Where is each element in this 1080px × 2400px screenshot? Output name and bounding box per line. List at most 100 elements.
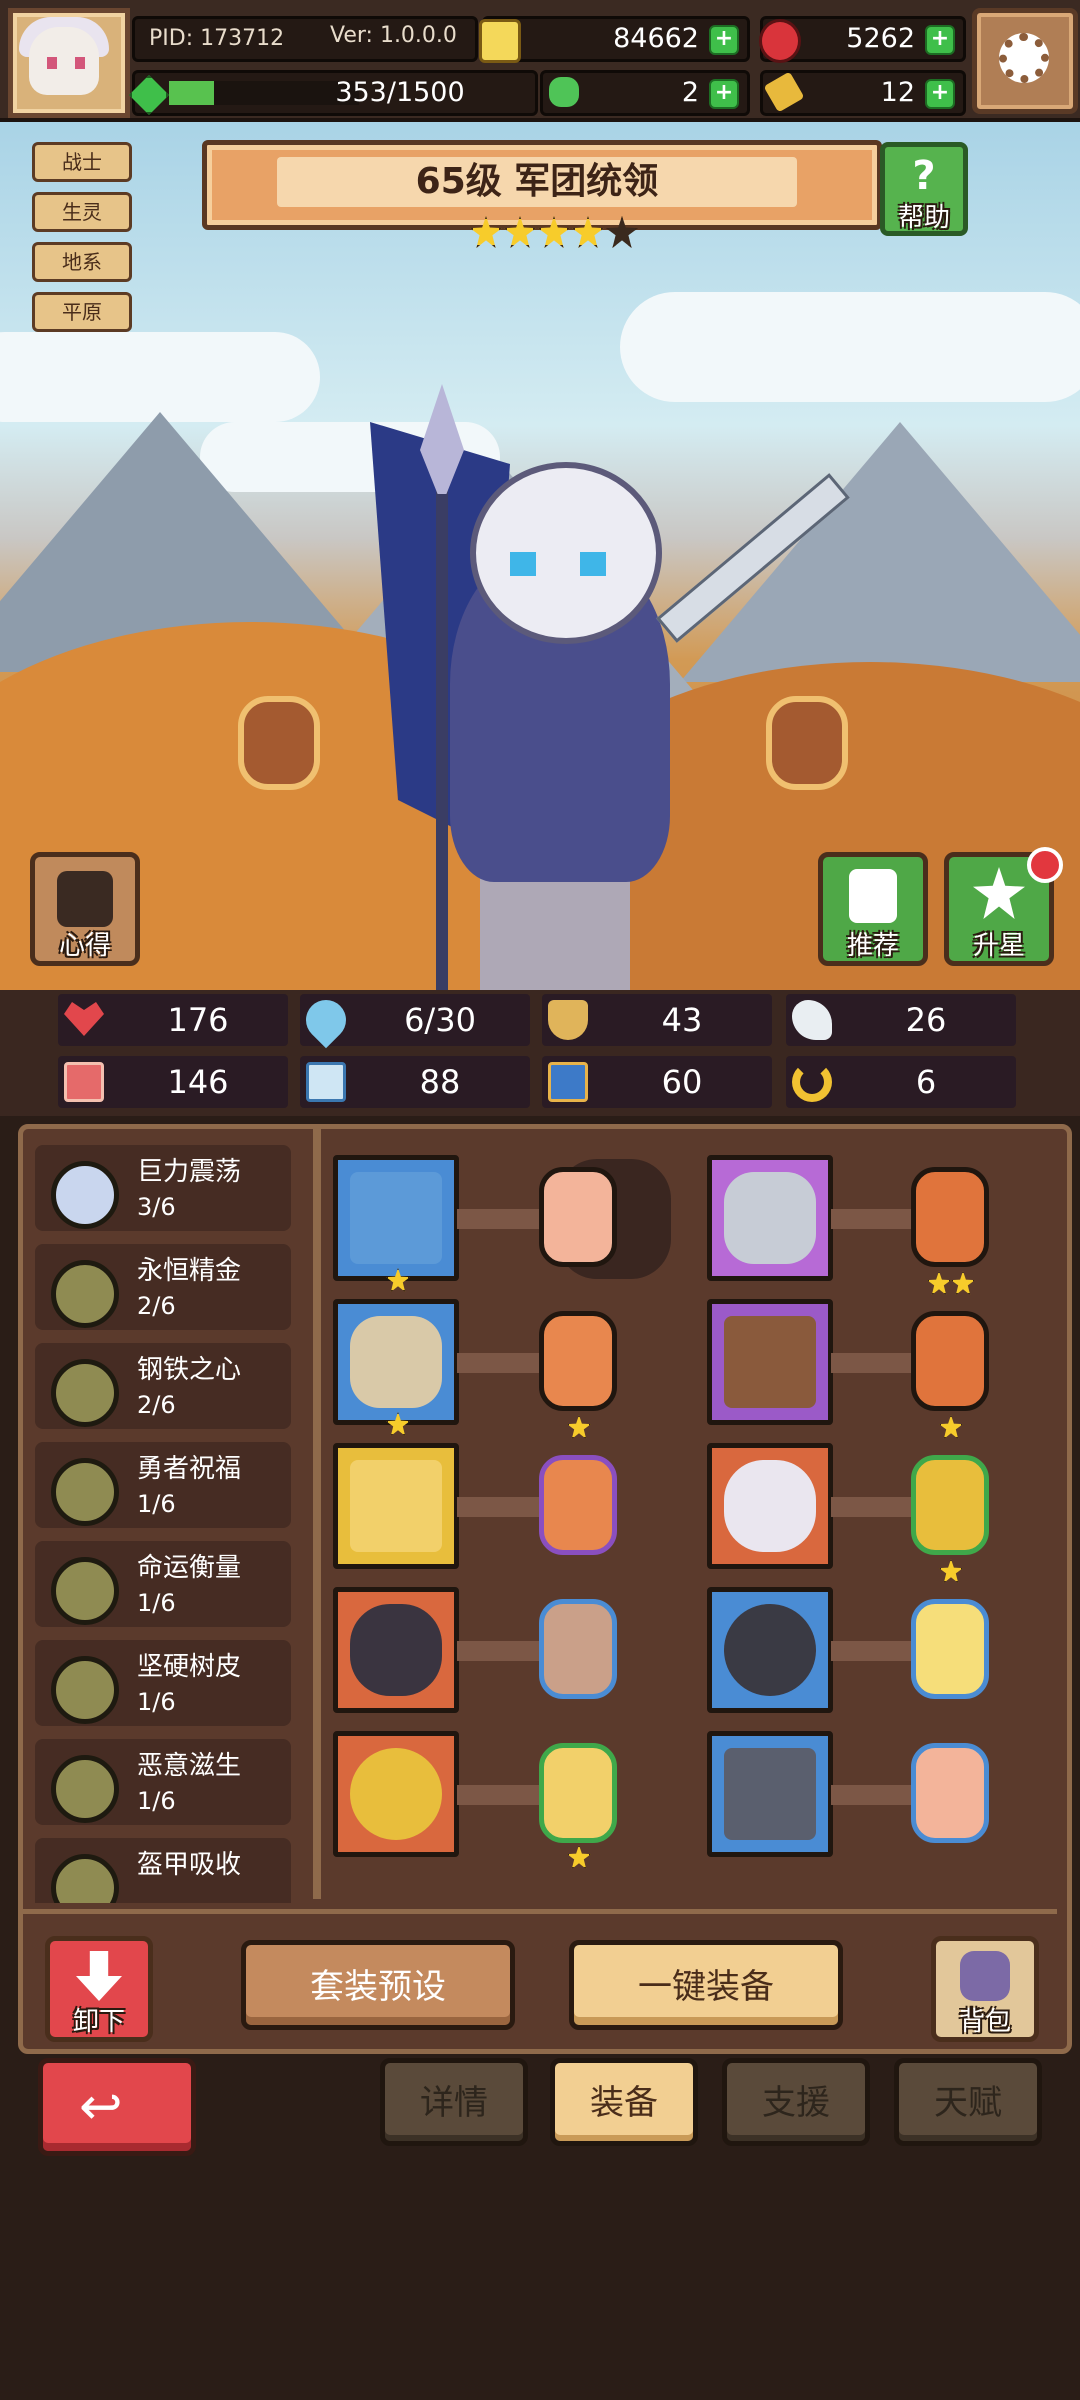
rune-slot[interactable] (911, 1455, 989, 1555)
coin-counter: 84662 + (479, 16, 750, 63)
stat-value: 6 (915, 1063, 937, 1101)
heart-icon (64, 1002, 104, 1036)
rune-slot[interactable] (911, 1743, 989, 1843)
rotate-right-orb[interactable] (766, 696, 848, 790)
question-icon: ? (912, 153, 936, 199)
tab-details[interactable]: 详情 (380, 2058, 528, 2146)
ring-slot[interactable] (333, 1731, 459, 1857)
avatar-eye (75, 57, 85, 69)
set-item[interactable]: 钢铁之心 2/6 (35, 1343, 291, 1429)
slot-link (831, 1785, 915, 1805)
tab-support[interactable]: 支援 (722, 2058, 870, 2146)
player-avatar[interactable] (8, 8, 130, 118)
exp-value: 353/1500 (335, 77, 465, 108)
clover-value: 2 (681, 77, 699, 108)
helmet-slot[interactable] (707, 1155, 833, 1281)
rune-slot[interactable] (911, 1311, 989, 1411)
set-item[interactable]: 盔甲吸收 (35, 1838, 291, 1903)
set-name: 盔甲吸收 (137, 1850, 242, 1880)
rune-slot[interactable] (539, 1599, 617, 1699)
rune-slot[interactable] (911, 1599, 989, 1699)
armor-slot[interactable] (333, 1299, 459, 1436)
set-item[interactable]: 巨力震荡 3/6 (35, 1145, 291, 1231)
rune-slot[interactable] (539, 1743, 617, 1843)
stat-speed: 26 (786, 994, 1016, 1046)
set-item[interactable]: 永恒精金 2/6 (35, 1244, 291, 1330)
add-scroll-button[interactable]: + (925, 79, 955, 109)
rune-slot[interactable] (539, 1455, 617, 1555)
stat-mana: 6/30 (297, 991, 530, 1049)
set-item[interactable]: 坚硬树皮 1/6 (35, 1640, 291, 1726)
slot-link (831, 1497, 915, 1517)
chestplate-icon (350, 1316, 442, 1408)
back-arrow-icon: ↩ (79, 2077, 123, 2137)
insight-button[interactable]: 心得 (30, 852, 140, 966)
stat-luck: 6 (786, 1056, 1016, 1108)
slot-link (457, 1785, 541, 1805)
star-up-button[interactable]: 升星 (944, 847, 1063, 966)
equipment-actions: 卸下 套装预设 一键装备 背包 (23, 1909, 1057, 2044)
set-count: 3/6 (137, 1193, 176, 1221)
amulet-icon (350, 1460, 442, 1552)
bag-label: 背包 (958, 2007, 1011, 2037)
wing-icon (792, 1000, 832, 1040)
set-item[interactable]: 恶意滋生 1/6 (35, 1739, 291, 1825)
slot-link (831, 1209, 915, 1229)
belt-slot[interactable] (707, 1587, 833, 1713)
set-item[interactable]: 命运衡量 1/6 (35, 1541, 291, 1627)
boots-slot[interactable] (707, 1731, 833, 1857)
tab-equipment[interactable]: 装备 (550, 2058, 698, 2146)
back-button[interactable]: ↩ (38, 2058, 196, 2156)
settings-button[interactable] (972, 8, 1078, 114)
set-icon (51, 1557, 119, 1625)
rune-slot[interactable] (539, 1311, 617, 1411)
rotate-left-orb[interactable] (238, 696, 320, 790)
add-gem-button[interactable]: + (925, 25, 955, 55)
recommend-label: 推荐 (846, 931, 899, 961)
star-empty-icon (606, 216, 638, 248)
helmet-icon (57, 871, 113, 927)
scroll-counter: 12 + (760, 70, 966, 116)
tab-talent[interactable]: 天赋 (894, 2058, 1042, 2146)
exp-bar: 353/1500 (129, 70, 538, 116)
accessory-slot[interactable] (707, 1443, 833, 1569)
unequip-button[interactable]: 卸下 (45, 1936, 153, 2042)
add-coin-button[interactable]: + (709, 25, 739, 55)
ring-icon (350, 1748, 442, 1840)
help-button[interactable]: ? 帮助 (880, 142, 968, 236)
fist-icon (64, 1062, 104, 1102)
one-click-equip-button[interactable]: 一键装备 (569, 1940, 843, 2030)
stat-value: 88 (419, 1063, 461, 1101)
cloak-slot[interactable] (707, 1299, 833, 1425)
clover-counter: 2 + (540, 70, 750, 116)
slot-link (457, 1641, 541, 1661)
stat-value: 60 (661, 1063, 703, 1101)
set-icon (51, 1359, 119, 1427)
set-icon (51, 1260, 119, 1328)
gauntlet-slot[interactable] (333, 1587, 459, 1713)
tag-race: 生灵 (32, 192, 132, 232)
exp-icon (129, 75, 169, 115)
bag-button[interactable]: 背包 (931, 1936, 1039, 2042)
add-clover-button[interactable]: + (709, 79, 739, 109)
preset-button[interactable]: 套装预设 (241, 1940, 515, 2030)
star-icon (567, 1845, 591, 1869)
slot-link (457, 1353, 541, 1373)
coin-icon (479, 19, 521, 63)
set-bonus-list[interactable]: 巨力震荡 3/6 永恒精金 2/6 钢铁之心 2/6 勇者祝福 1/6 命运衡量… (35, 1145, 301, 1903)
backpack-icon (960, 1951, 1010, 2001)
hero-title: 65级 军团统领 (277, 157, 797, 207)
tag-element: 地系 (32, 242, 132, 282)
recommend-button[interactable]: 推荐 (818, 852, 928, 966)
set-count: 1/6 (137, 1490, 176, 1518)
water-drop-icon (297, 991, 355, 1049)
set-item[interactable]: 勇者祝福 1/6 (35, 1442, 291, 1528)
notification-dot (1027, 847, 1063, 883)
weapon-slot[interactable] (333, 1155, 459, 1292)
stat-value: 43 (661, 1001, 703, 1039)
stat-attack: 146 (58, 1056, 288, 1108)
set-count: 1/6 (137, 1589, 176, 1617)
rune-slot[interactable] (911, 1167, 989, 1267)
rune-slot[interactable] (539, 1167, 617, 1267)
necklace-slot[interactable] (333, 1443, 459, 1569)
